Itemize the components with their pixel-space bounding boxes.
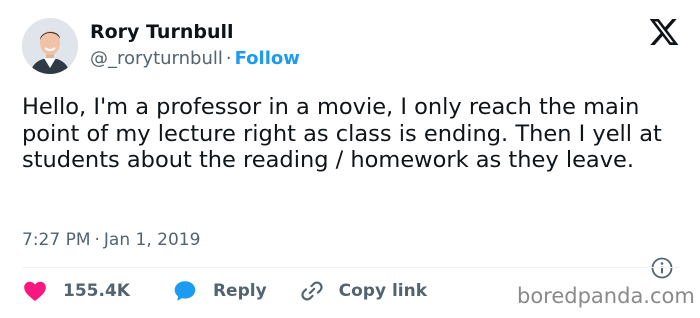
action-bar: 155.4K Reply Copy link xyxy=(22,277,427,305)
heart-icon xyxy=(24,281,46,301)
info-icon[interactable] xyxy=(650,256,674,280)
avatar-image xyxy=(22,18,78,74)
handle-row: @_roryturnbull · Follow xyxy=(90,47,300,71)
timestamp-separator: · xyxy=(94,230,100,250)
like-button[interactable]: 155.4K xyxy=(22,278,130,304)
link-icon xyxy=(301,281,323,301)
copy-link-label: Copy link xyxy=(338,281,428,301)
separator-dot: · xyxy=(225,48,232,69)
timestamp[interactable]: 7:27 PM · Jan 1, 2019 xyxy=(22,228,200,252)
tweet-time: 7:27 PM xyxy=(22,230,91,250)
speech-bubble-icon xyxy=(174,281,196,301)
copy-link-button[interactable]: Copy link xyxy=(299,278,427,304)
x-logo-icon[interactable] xyxy=(648,16,680,48)
likes-count: 155.4K xyxy=(63,281,130,301)
avatar[interactable] xyxy=(22,18,78,74)
watermark: boredpanda.com xyxy=(517,284,695,308)
user-handle[interactable]: @_roryturnbull xyxy=(90,48,223,69)
reply-button[interactable]: Reply xyxy=(172,278,267,304)
tweet-date: Jan 1, 2019 xyxy=(103,230,201,250)
display-name[interactable]: Rory Turnbull xyxy=(90,20,234,44)
divider xyxy=(22,267,680,268)
follow-button[interactable]: Follow xyxy=(235,48,300,69)
tweet-text: Hello, I'm a professor in a movie, I onl… xyxy=(22,94,662,173)
reply-label: Reply xyxy=(212,281,267,301)
